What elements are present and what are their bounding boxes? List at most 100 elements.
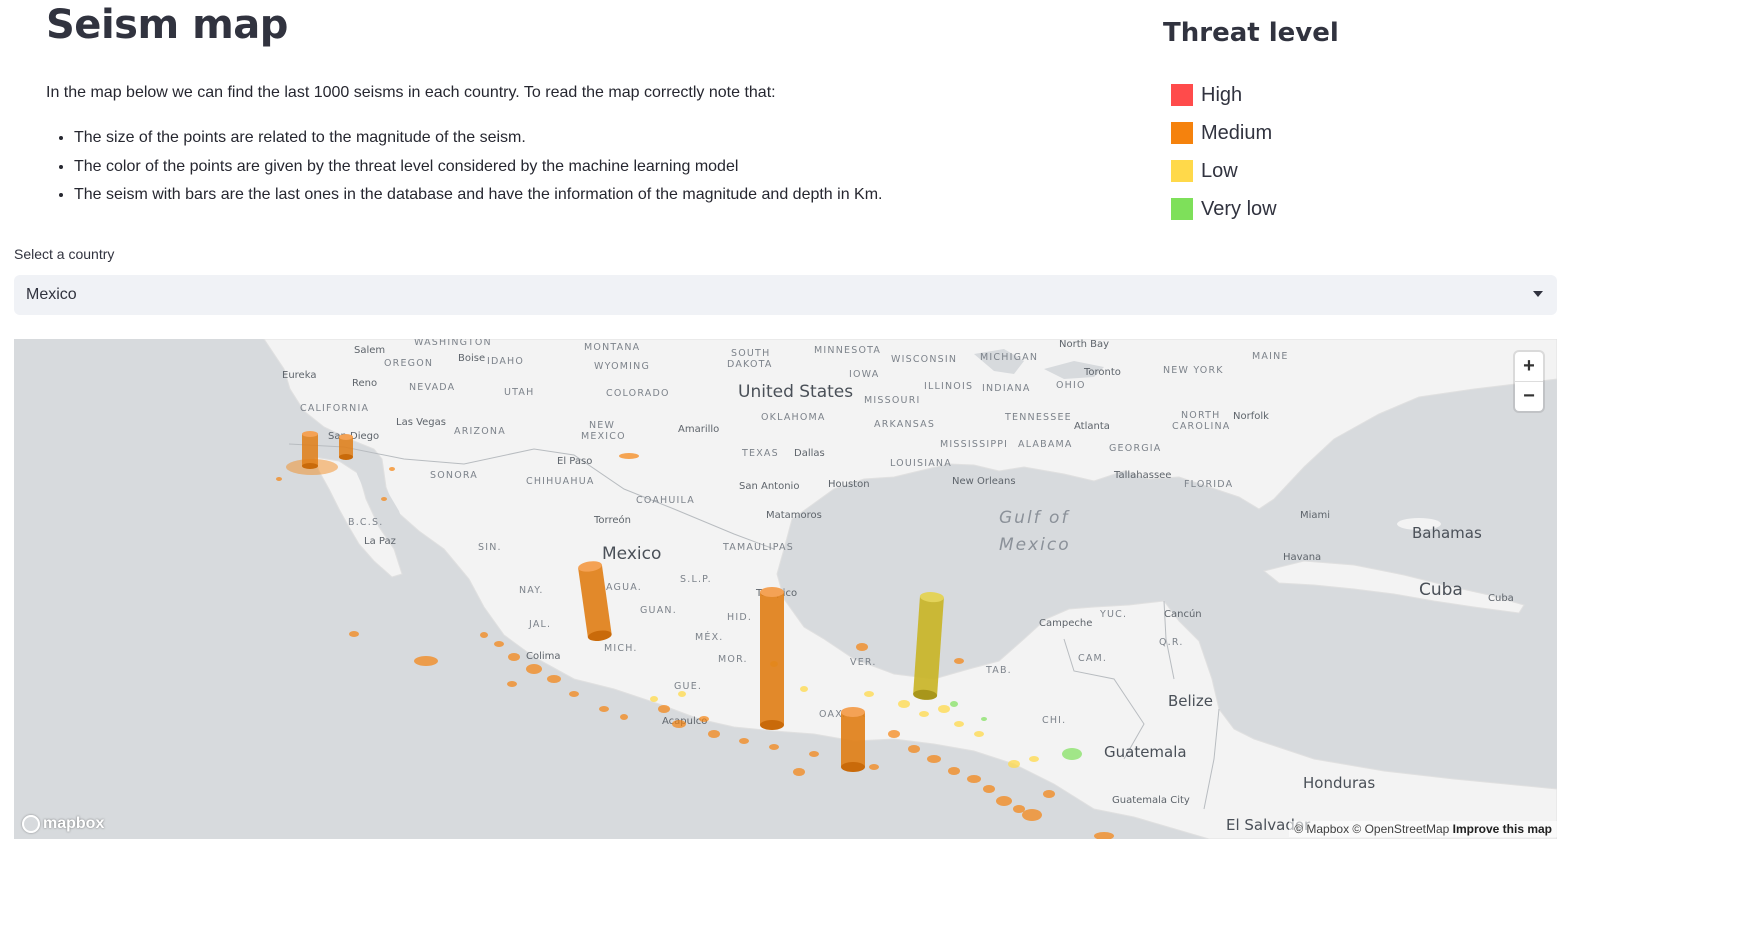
map-label: MONTANA — [584, 342, 640, 353]
map-canvas[interactable]: United States Mexico Gulf of Mexico Cuba… — [14, 339, 1557, 839]
legend-item-low: Low — [1171, 152, 1371, 190]
map-label: TEXAS — [741, 448, 779, 459]
map-label: Boise — [458, 353, 485, 364]
seism-point — [414, 656, 438, 666]
seism-point — [974, 731, 984, 737]
mapbox-logo-text: mapbox — [43, 815, 105, 832]
map-label: SOUTH — [731, 348, 770, 359]
seism-point — [996, 796, 1012, 806]
map-label: SIN. — [478, 542, 502, 553]
map-label: NORTH — [1181, 410, 1220, 421]
seism-point — [658, 705, 670, 713]
map-label: VER. — [850, 657, 877, 668]
map-label: OREGON — [384, 358, 433, 369]
seism-point — [948, 767, 960, 775]
improve-map-link[interactable]: Improve this map — [1453, 822, 1552, 836]
seism-point — [508, 653, 520, 661]
seism-point — [954, 721, 964, 727]
map-label: ARIZONA — [454, 426, 506, 437]
map-label: INDIANA — [982, 383, 1031, 394]
map-label: MÉX. — [695, 631, 724, 643]
map-label: Houston — [828, 479, 870, 490]
seism-point — [678, 691, 686, 697]
seism-point — [1043, 790, 1055, 798]
map-label: Norfolk — [1233, 411, 1269, 422]
legend-item-high: High — [1171, 76, 1371, 114]
legend-label: Low — [1201, 159, 1238, 182]
map-label: Reno — [352, 378, 377, 389]
map-label: NEVADA — [409, 382, 455, 393]
map-label: Guatemala — [1104, 743, 1187, 761]
map-label: Cuba — [1488, 593, 1514, 604]
legend-label: High — [1201, 83, 1243, 106]
map-label: NEW YORK — [1163, 365, 1224, 376]
map-label: Honduras — [1303, 774, 1375, 792]
legend-item-medium: Medium — [1171, 114, 1371, 152]
country-select[interactable]: Mexico — [14, 275, 1557, 315]
map-label: NAY. — [519, 585, 544, 596]
mapbox-logo[interactable]: mapbox — [22, 815, 104, 833]
seism-point — [699, 716, 709, 722]
map-label: Atlanta — [1074, 421, 1110, 432]
seism-point — [650, 696, 658, 702]
seism-point — [507, 681, 517, 687]
seism-point — [981, 717, 987, 721]
seism-point — [856, 643, 868, 651]
map-label: Q.R. — [1159, 637, 1184, 648]
map-label: Las Vegas — [396, 417, 446, 428]
seism-point — [569, 691, 579, 697]
seism-point — [599, 706, 609, 712]
seism-point — [389, 467, 395, 471]
map-label: FLORIDA — [1184, 479, 1233, 490]
seism-point — [800, 686, 808, 692]
map-label: Dallas — [794, 448, 825, 459]
seism-point — [769, 744, 779, 750]
map-label: Colima — [526, 651, 561, 662]
seism-point — [739, 738, 749, 744]
seism-point — [480, 632, 488, 638]
legend-swatch-medium — [1171, 122, 1193, 144]
legend-swatch-low — [1171, 160, 1193, 182]
map-label: OKLAHOMA — [761, 412, 826, 423]
map-label: SONORA — [430, 470, 478, 481]
map-label: Toronto — [1083, 367, 1121, 378]
country-select-value: Mexico — [26, 286, 77, 303]
map-label: JAL. — [528, 619, 551, 630]
map-label: COAHUILA — [636, 495, 695, 506]
list-item: The color of the points are given by the… — [74, 153, 883, 182]
mapbox-icon — [22, 815, 40, 833]
map-label: San Diego — [328, 431, 379, 442]
seism-point — [1029, 756, 1039, 762]
map-label: MICHIGAN — [980, 352, 1038, 363]
map-label: Matamoros — [766, 510, 822, 521]
seism-point — [1008, 760, 1020, 768]
legend-title: Threat level — [1163, 18, 1339, 48]
map-label: GUE. — [674, 681, 702, 692]
seism-point — [349, 631, 359, 637]
map-label: United States — [738, 382, 853, 402]
seism-point — [1013, 805, 1025, 813]
zoom-in-button[interactable]: + — [1515, 352, 1543, 381]
seism-point — [967, 775, 981, 783]
seism-map[interactable]: United States Mexico Gulf of Mexico Cuba… — [14, 339, 1557, 839]
map-label: YUC. — [1099, 609, 1127, 620]
zoom-controls: + − — [1515, 352, 1543, 411]
attribution-text[interactable]: © Mapbox © OpenStreetMap — [1294, 822, 1449, 836]
map-label: Mexico — [602, 544, 661, 564]
seism-point — [809, 751, 819, 757]
map-label: El Paso — [557, 456, 592, 467]
map-label: Cancún — [1164, 608, 1202, 620]
seism-point — [927, 755, 941, 763]
legend-label: Very low — [1201, 197, 1277, 220]
seism-point — [938, 705, 950, 713]
zoom-out-button[interactable]: − — [1515, 381, 1543, 411]
map-label: Mexico — [999, 535, 1071, 555]
seism-point — [888, 730, 900, 738]
map-label: CALIFORNIA — [300, 403, 369, 414]
map-label: GEORGIA — [1109, 443, 1162, 454]
map-label: Amarillo — [678, 424, 719, 435]
map-label: CAM. — [1078, 653, 1107, 664]
seism-point — [864, 691, 874, 697]
seism-point — [276, 477, 282, 481]
map-label: AGUA. — [606, 582, 642, 593]
